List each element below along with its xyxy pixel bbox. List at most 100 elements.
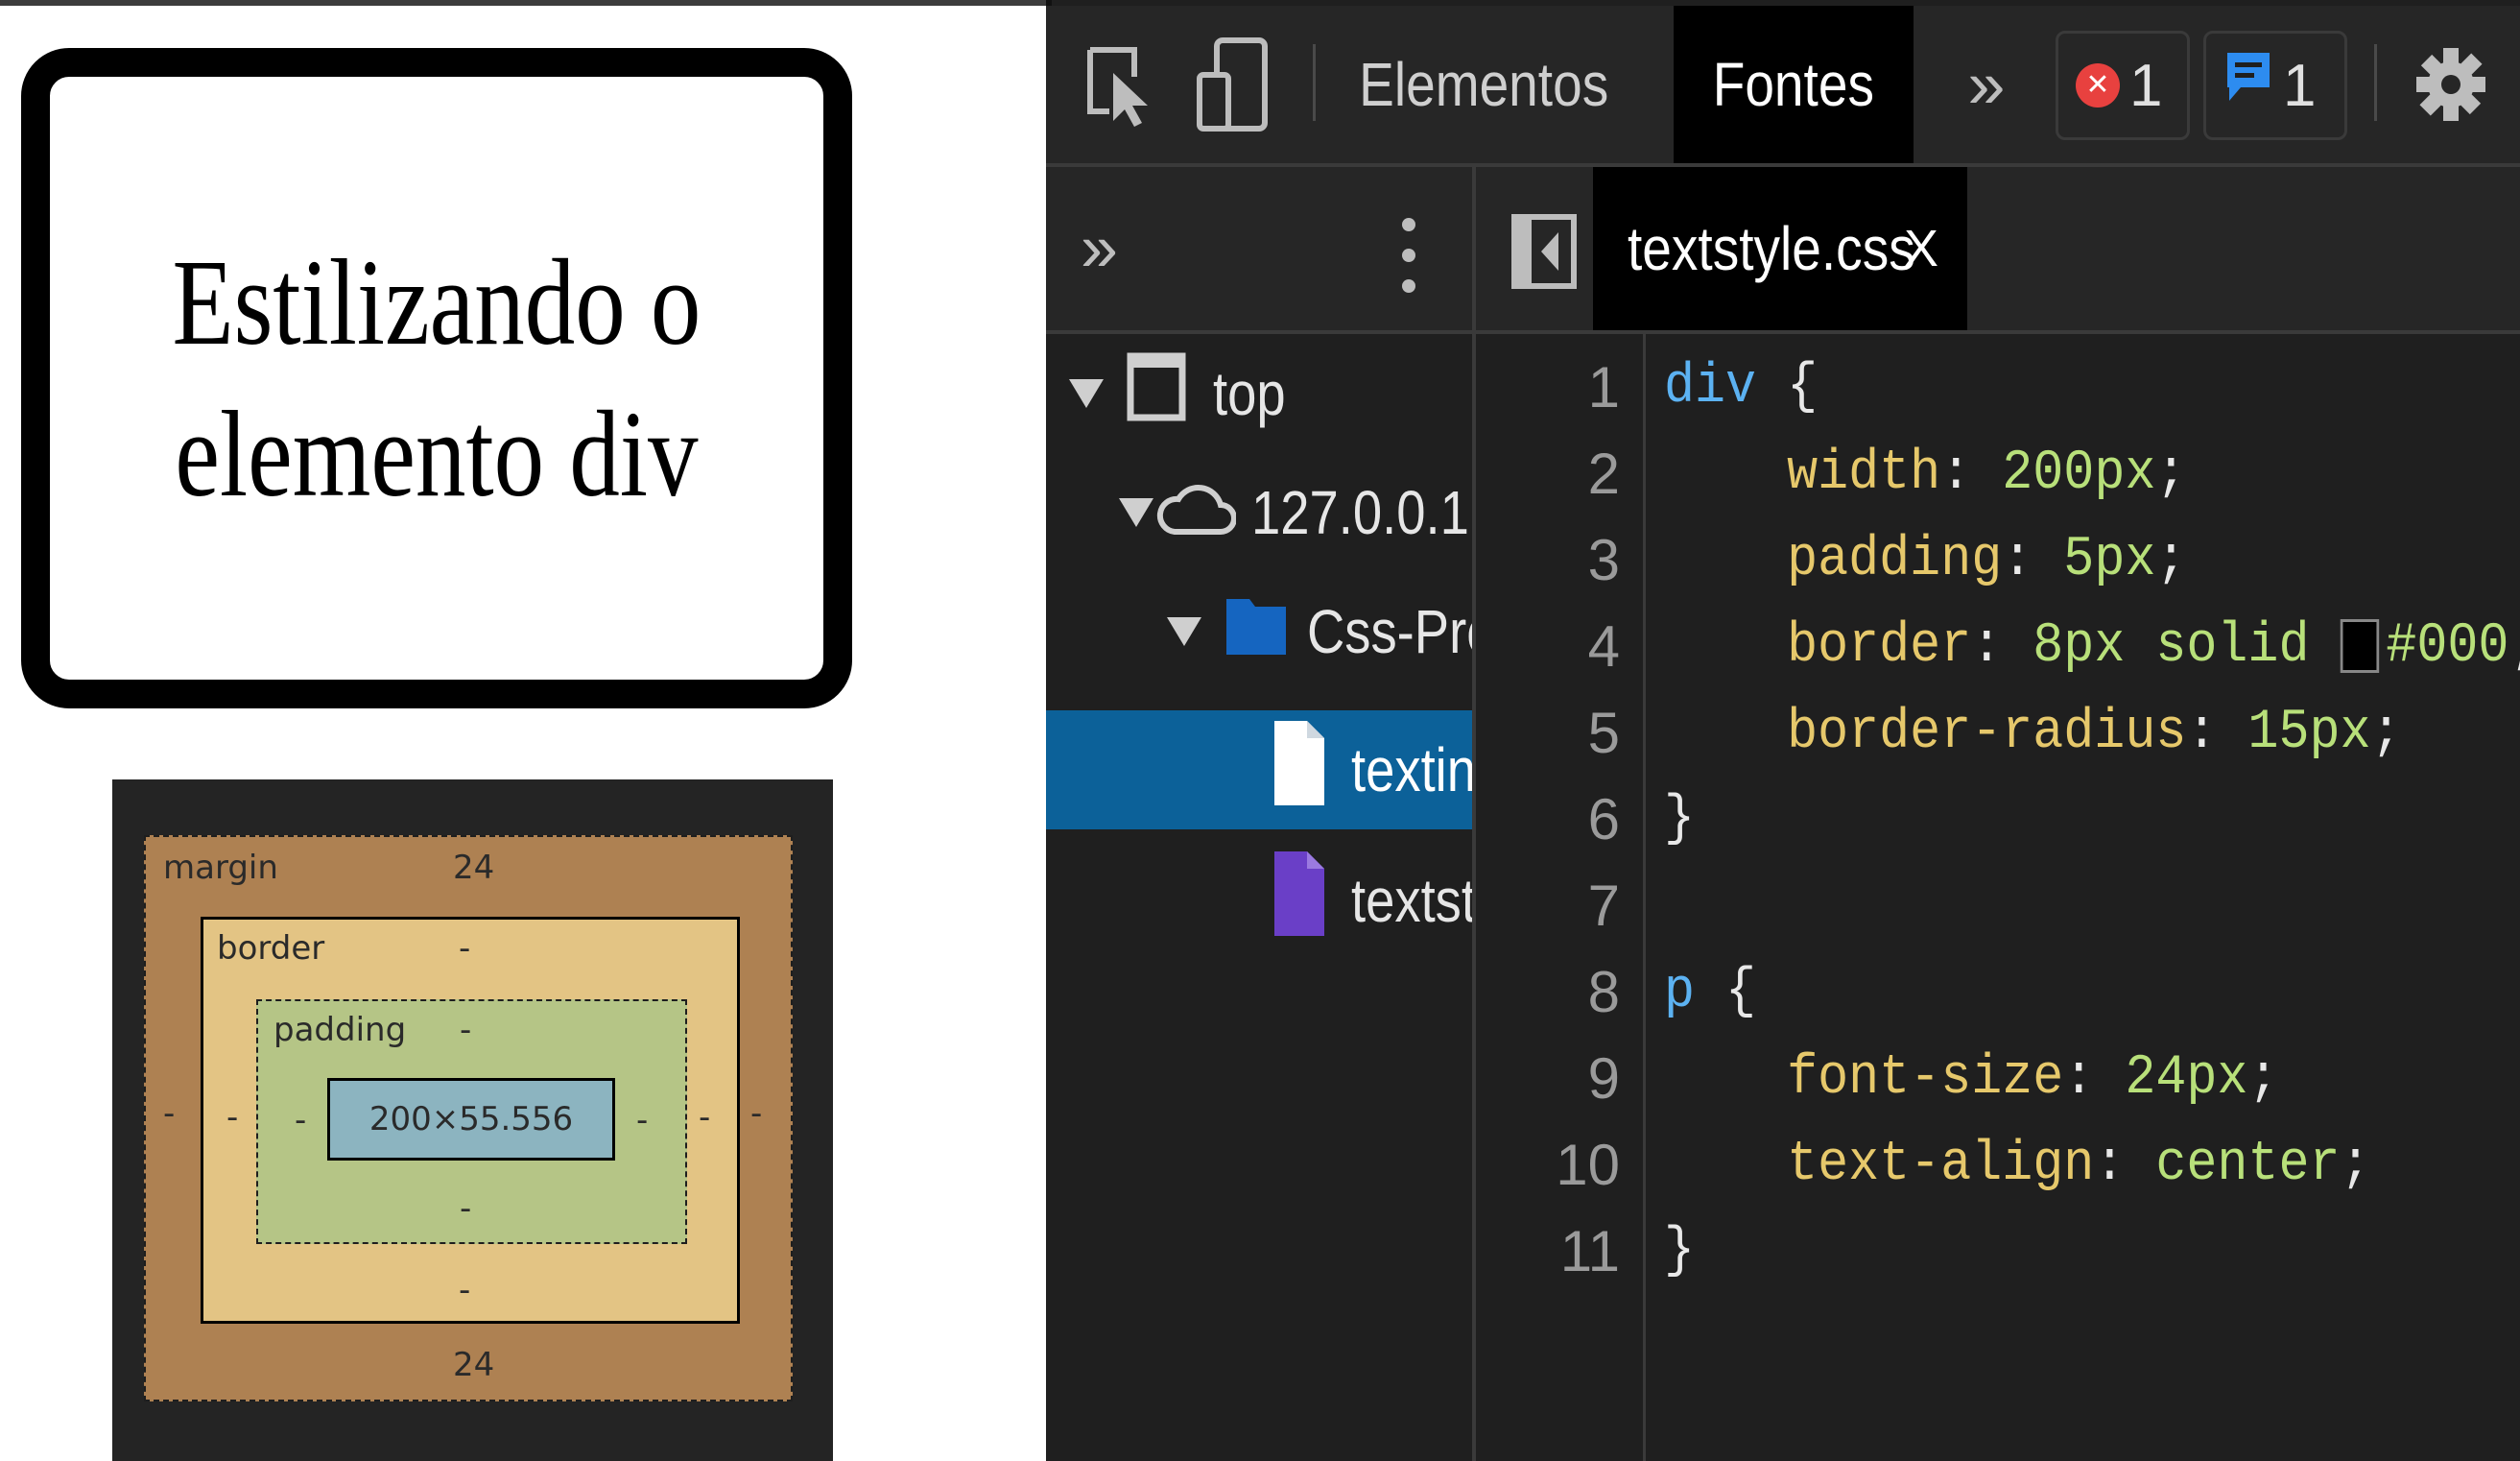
box-model-border[interactable]: border - - - - padding - - - - 200×55.55… <box>201 917 740 1324</box>
tree-item-label: Css-Pro <box>1307 597 1472 666</box>
expand-arrow-icon[interactable] <box>1119 498 1153 527</box>
tree-item-host[interactable]: 127.0.0.1:5 <box>1046 453 1472 572</box>
tab-fontes[interactable]: Fontes <box>1674 6 1914 163</box>
code-line: 10 text-align: center; <box>1476 1123 2520 1208</box>
border-top-value[interactable]: - <box>459 929 470 968</box>
color-swatch[interactable] <box>2340 618 2379 673</box>
navigator-menu-icon[interactable] <box>1399 215 1418 300</box>
expand-arrow-icon[interactable] <box>1069 379 1104 408</box>
box-model-margin[interactable]: margin 24 24 - - border - - - - padding … <box>144 835 793 1401</box>
border-right-value[interactable]: - <box>699 1098 710 1137</box>
line-number: 9 <box>1587 1046 1620 1111</box>
padding-bottom-value[interactable]: - <box>460 1189 471 1228</box>
margin-left-value[interactable]: - <box>163 1094 175 1133</box>
line-number: 6 <box>1587 787 1620 851</box>
code-line: 8 p { <box>1476 950 2520 1035</box>
tree-item-label: textst <box>1351 866 1472 935</box>
css-value: 15px <box>2247 702 2371 764</box>
line-number: 11 <box>1559 1219 1620 1283</box>
css-selector: div <box>1664 356 1757 419</box>
cloud-icon <box>1155 474 1237 552</box>
margin-bottom-value[interactable]: 24 <box>453 1346 494 1384</box>
box-model-panel: margin 24 24 - - border - - - - padding … <box>112 779 833 1461</box>
padding-left-value[interactable]: - <box>295 1101 306 1139</box>
toggle-navigator-icon[interactable] <box>1510 213 1578 295</box>
padding-label: padding <box>273 1011 407 1049</box>
padding-right-value[interactable]: - <box>636 1101 648 1139</box>
line-number: 1 <box>1587 355 1620 419</box>
tab-elementos[interactable]: Elementos <box>1359 6 1608 163</box>
devtools-toolbar: Elementos Fontes » ✕ 1 1 <box>1046 6 2520 167</box>
close-brace: } <box>1664 788 1696 850</box>
tree-item-top[interactable]: top <box>1046 334 1472 453</box>
inspect-element-icon[interactable] <box>1084 44 1152 135</box>
line-number: 5 <box>1587 701 1620 765</box>
messages-count: 1 <box>2283 52 2317 119</box>
css-property: border <box>1787 615 1972 678</box>
css-value: 24px <box>2125 1047 2248 1110</box>
toolbar-separator <box>2374 44 2377 121</box>
line-number: 10 <box>1556 1133 1620 1197</box>
css-property: text-align <box>1787 1134 2095 1196</box>
code-line: 5 border-radius: 15px; <box>1476 691 2520 776</box>
line-number: 3 <box>1587 528 1620 592</box>
browser-top-border <box>0 0 1046 6</box>
border-left-value[interactable]: - <box>226 1098 238 1137</box>
tree-item-label: 127.0.0.1:5 <box>1251 478 1472 547</box>
margin-label: margin <box>163 849 278 887</box>
border-label: border <box>217 929 325 968</box>
error-icon: ✕ <box>2076 63 2120 108</box>
css-value: center <box>2155 1134 2341 1196</box>
line-number: 2 <box>1587 442 1620 506</box>
device-toggle-icon[interactable] <box>1196 36 1272 141</box>
code-line: 1 div { <box>1476 346 2520 430</box>
paragraph-line-1: Estilizando o <box>172 234 701 371</box>
border-bottom-value[interactable]: - <box>459 1271 470 1309</box>
line-number: 8 <box>1587 960 1620 1024</box>
file-navigator: top 127.0.0.1:5 Css-Pro textin <box>1046 334 1472 1461</box>
css-color-value: #000 <box>2386 615 2509 678</box>
code-line: 4 border: 8px solid #000; <box>1476 605 2520 689</box>
box-model-content-size[interactable]: 200×55.556 <box>327 1078 615 1161</box>
errors-count: 1 <box>2129 52 2163 119</box>
tree-item-html-file[interactable]: textin <box>1046 710 1472 829</box>
more-tabs-button[interactable]: » <box>1948 6 2025 163</box>
tab-elementos-label: Elementos <box>1358 50 1609 119</box>
tree-item-label: textin <box>1351 735 1472 804</box>
css-selector: p <box>1664 961 1696 1023</box>
open-brace: { <box>1787 356 1819 419</box>
styled-paragraph: Estilizando o elemento div <box>173 227 701 530</box>
css-property: border-radius <box>1787 702 2187 764</box>
messages-badge[interactable]: 1 <box>2203 31 2347 140</box>
line-number: 7 <box>1587 874 1620 938</box>
open-brace: { <box>1725 961 1757 1023</box>
code-line: 6 } <box>1476 778 2520 862</box>
errors-badge[interactable]: ✕ 1 <box>2056 31 2190 140</box>
margin-top-value[interactable]: 24 <box>453 849 494 887</box>
file-tab-label: textstyle.css <box>1628 214 1915 283</box>
css-value: 5px <box>2063 529 2156 591</box>
line-number: 4 <box>1587 614 1620 679</box>
expand-arrow-icon[interactable] <box>1167 617 1201 646</box>
css-file-icon <box>1272 850 1326 952</box>
settings-gear-icon[interactable] <box>2414 44 2487 130</box>
code-editor[interactable]: 1 div { 2 width: 200px; 3 padding: 5px; … <box>1476 334 2520 1461</box>
padding-top-value[interactable]: - <box>460 1011 471 1049</box>
editor-file-tab[interactable]: textstyle.css X <box>1593 167 1967 330</box>
tree-item-css-file[interactable]: textst <box>1046 841 1472 960</box>
html-file-icon <box>1272 719 1326 822</box>
frame-icon <box>1127 352 1186 436</box>
code-line: 7 <box>1476 864 2520 948</box>
tree-item-folder[interactable]: Css-Pro <box>1046 572 1472 691</box>
navigator-more-button[interactable]: » <box>1081 209 1118 286</box>
css-property: font-size <box>1787 1047 2064 1110</box>
tab-fontes-label: Fontes <box>1712 50 1875 119</box>
css-property: padding <box>1787 529 2003 591</box>
code-line: 9 font-size: 24px; <box>1476 1037 2520 1121</box>
tree-item-label: top <box>1213 359 1286 428</box>
code-line: 2 width: 200px; <box>1476 432 2520 516</box>
margin-right-value[interactable]: - <box>750 1094 762 1133</box>
box-model-padding[interactable]: padding - - - - 200×55.556 <box>256 999 687 1244</box>
toolbar-separator <box>1313 44 1316 121</box>
message-icon <box>2223 49 2273 123</box>
